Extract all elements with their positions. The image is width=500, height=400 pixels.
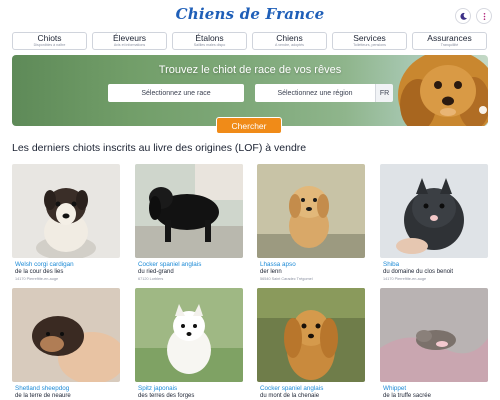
puppy-kennel: de la cour des lies xyxy=(15,269,64,275)
puppy-location: 67120 Lorblers xyxy=(138,277,164,281)
site-header: Chiens de France xyxy=(0,0,500,32)
hero-title: Trouvez le chiot de race de vos rêves xyxy=(158,64,342,76)
site-logo[interactable]: Chiens de France xyxy=(0,5,500,23)
puppy-photo[interactable] xyxy=(135,164,243,258)
nav-sublabel: Disponibles à naître xyxy=(33,43,66,47)
nav-label: Services xyxy=(353,33,386,43)
puppy-breed-link[interactable]: Cocker spaniel anglais xyxy=(260,385,323,392)
search-button[interactable]: Chercher xyxy=(216,117,282,134)
puppy-breed-link[interactable]: Spitz japonais xyxy=(138,385,177,392)
section-title: Les derniers chiots inscrits au livre de… xyxy=(12,142,307,154)
nav-item-eleveurs[interactable]: Éleveurs Avis et informations xyxy=(92,32,167,50)
puppy-photo[interactable] xyxy=(135,288,243,382)
main-nav: Chiots Disponibles à naître Éleveurs Avi… xyxy=(12,32,487,50)
puppy-photo[interactable] xyxy=(12,288,120,382)
menu-button[interactable] xyxy=(476,8,492,24)
puppy-kennel: de la truffe sacrée xyxy=(383,393,431,399)
more-vertical-icon xyxy=(483,12,485,20)
nav-item-services[interactable]: Services Toiletteurs, pensions xyxy=(332,32,407,50)
theme-toggle-button[interactable] xyxy=(455,8,471,24)
nav-sublabel: Toiletteurs, pensions xyxy=(353,43,386,47)
puppy-photo[interactable] xyxy=(380,164,488,258)
nav-label: Éleveurs xyxy=(112,33,147,43)
puppy-breed-link[interactable]: Shiba xyxy=(383,261,399,268)
puppy-photo[interactable] xyxy=(257,164,365,258)
hero-banner: Trouvez le chiot de race de vos rêves Sé… xyxy=(12,55,488,126)
puppy-kennel: der lenn xyxy=(260,269,282,275)
puppy-location: 56540 Saint Caradec Trégomel xyxy=(260,277,313,281)
nav-label: Étalons xyxy=(195,33,224,43)
nav-sublabel: Tranquillité xyxy=(440,43,459,47)
moon-icon xyxy=(459,12,467,20)
puppy-photo[interactable] xyxy=(257,288,365,382)
puppy-kennel: du domaine du clos benoit xyxy=(383,269,454,275)
nav-item-chiots[interactable]: Chiots Disponibles à naître xyxy=(12,32,87,50)
nav-sublabel: A vendre, adoptés xyxy=(275,43,304,47)
nav-sublabel: Avis et informations xyxy=(113,43,146,47)
puppy-breed-link[interactable]: Lhassa apso xyxy=(260,261,296,268)
breed-select[interactable]: Sélectionnez une race xyxy=(108,84,244,102)
puppy-location: 14170 Pierrefitte-en-auge xyxy=(383,277,427,281)
puppy-photo[interactable] xyxy=(12,164,120,258)
puppy-kennel: du ried-grand xyxy=(138,269,174,275)
nav-label: Assurances xyxy=(427,33,472,43)
nav-sublabel: Saillies males dispo xyxy=(193,43,226,47)
puppy-breed-link[interactable]: Cocker spaniel anglais xyxy=(138,261,201,268)
nav-item-etalons[interactable]: Étalons Saillies males dispo xyxy=(172,32,247,50)
nav-item-assurances[interactable]: Assurances Tranquillité xyxy=(412,32,487,50)
puppy-kennel: de la terre de neaure xyxy=(15,393,71,399)
puppy-kennel: du mont de la chenaie xyxy=(260,393,320,399)
nav-item-chiens[interactable]: Chiens A vendre, adoptés xyxy=(252,32,327,50)
puppy-breed-link[interactable]: Welsh corgi cardigan xyxy=(15,261,74,268)
puppy-breed-link[interactable]: Shetland sheepdog xyxy=(15,385,69,392)
puppy-kennel: des terres des forges xyxy=(138,393,195,399)
puppy-location: 14170 Pierrefitte-en-auge xyxy=(15,277,59,281)
puppy-photo[interactable] xyxy=(380,288,488,382)
language-select[interactable]: FR xyxy=(375,84,393,102)
nav-label: Chiens xyxy=(276,33,303,43)
puppy-breed-link[interactable]: Whippet xyxy=(383,385,406,392)
nav-label: Chiots xyxy=(37,33,62,43)
region-select[interactable]: Sélectionnez une région xyxy=(255,84,375,102)
